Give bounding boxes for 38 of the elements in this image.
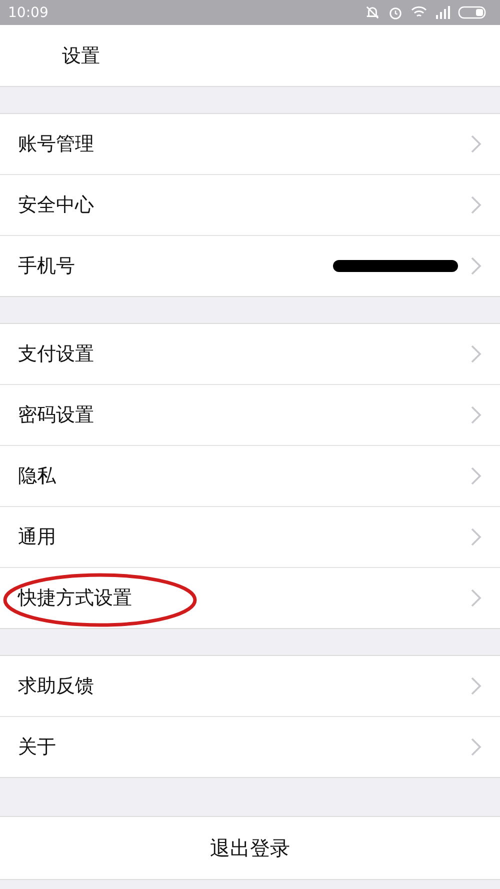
row-label: 支付设置 [18,342,95,367]
chevron-right-icon [470,344,482,364]
chevron-right-icon [470,405,482,425]
wifi-icon [411,6,427,19]
chevron-right-icon [470,256,482,276]
status-time: 10:09 [8,4,48,20]
row-label: 通用 [18,525,57,550]
alarm-icon [388,5,403,20]
settings-row[interactable]: 关于 [0,716,500,777]
bell-off-icon [365,5,380,20]
settings-row[interactable]: 支付设置 [0,324,500,384]
settings-row[interactable]: 求助反馈 [0,656,500,716]
chevron-right-icon [470,588,482,608]
row-label: 手机号 [18,254,76,279]
row-label: 快捷方式设置 [18,586,133,611]
chevron-right-icon [470,737,482,757]
chevron-right-icon [470,466,482,486]
row-label: 求助反馈 [18,674,95,699]
chevron-right-icon [470,134,482,154]
settings-row[interactable]: 隐私 [0,445,500,506]
chevron-right-icon [470,195,482,215]
settings-row[interactable]: 账号管理 [0,114,500,174]
row-label: 账号管理 [18,132,95,157]
row-label: 密码设置 [18,403,95,428]
settings-row[interactable]: 密码设置 [0,384,500,445]
row-label: 安全中心 [18,193,95,218]
row-label: 隐私 [18,464,57,489]
signal-icon [435,6,450,19]
settings-row[interactable]: 安全中心 [0,174,500,235]
settings-row[interactable]: 通用 [0,506,500,567]
chevron-right-icon [470,527,482,547]
settings-row[interactable]: 手机号 [0,235,500,296]
settings-row[interactable]: 快捷方式设置 [0,567,500,628]
battery-icon [458,6,486,19]
row-label: 关于 [18,735,57,760]
logout-button[interactable]: 退出登录 [0,816,500,880]
chevron-right-icon [470,676,482,696]
page-title: 设置 [62,44,100,68]
